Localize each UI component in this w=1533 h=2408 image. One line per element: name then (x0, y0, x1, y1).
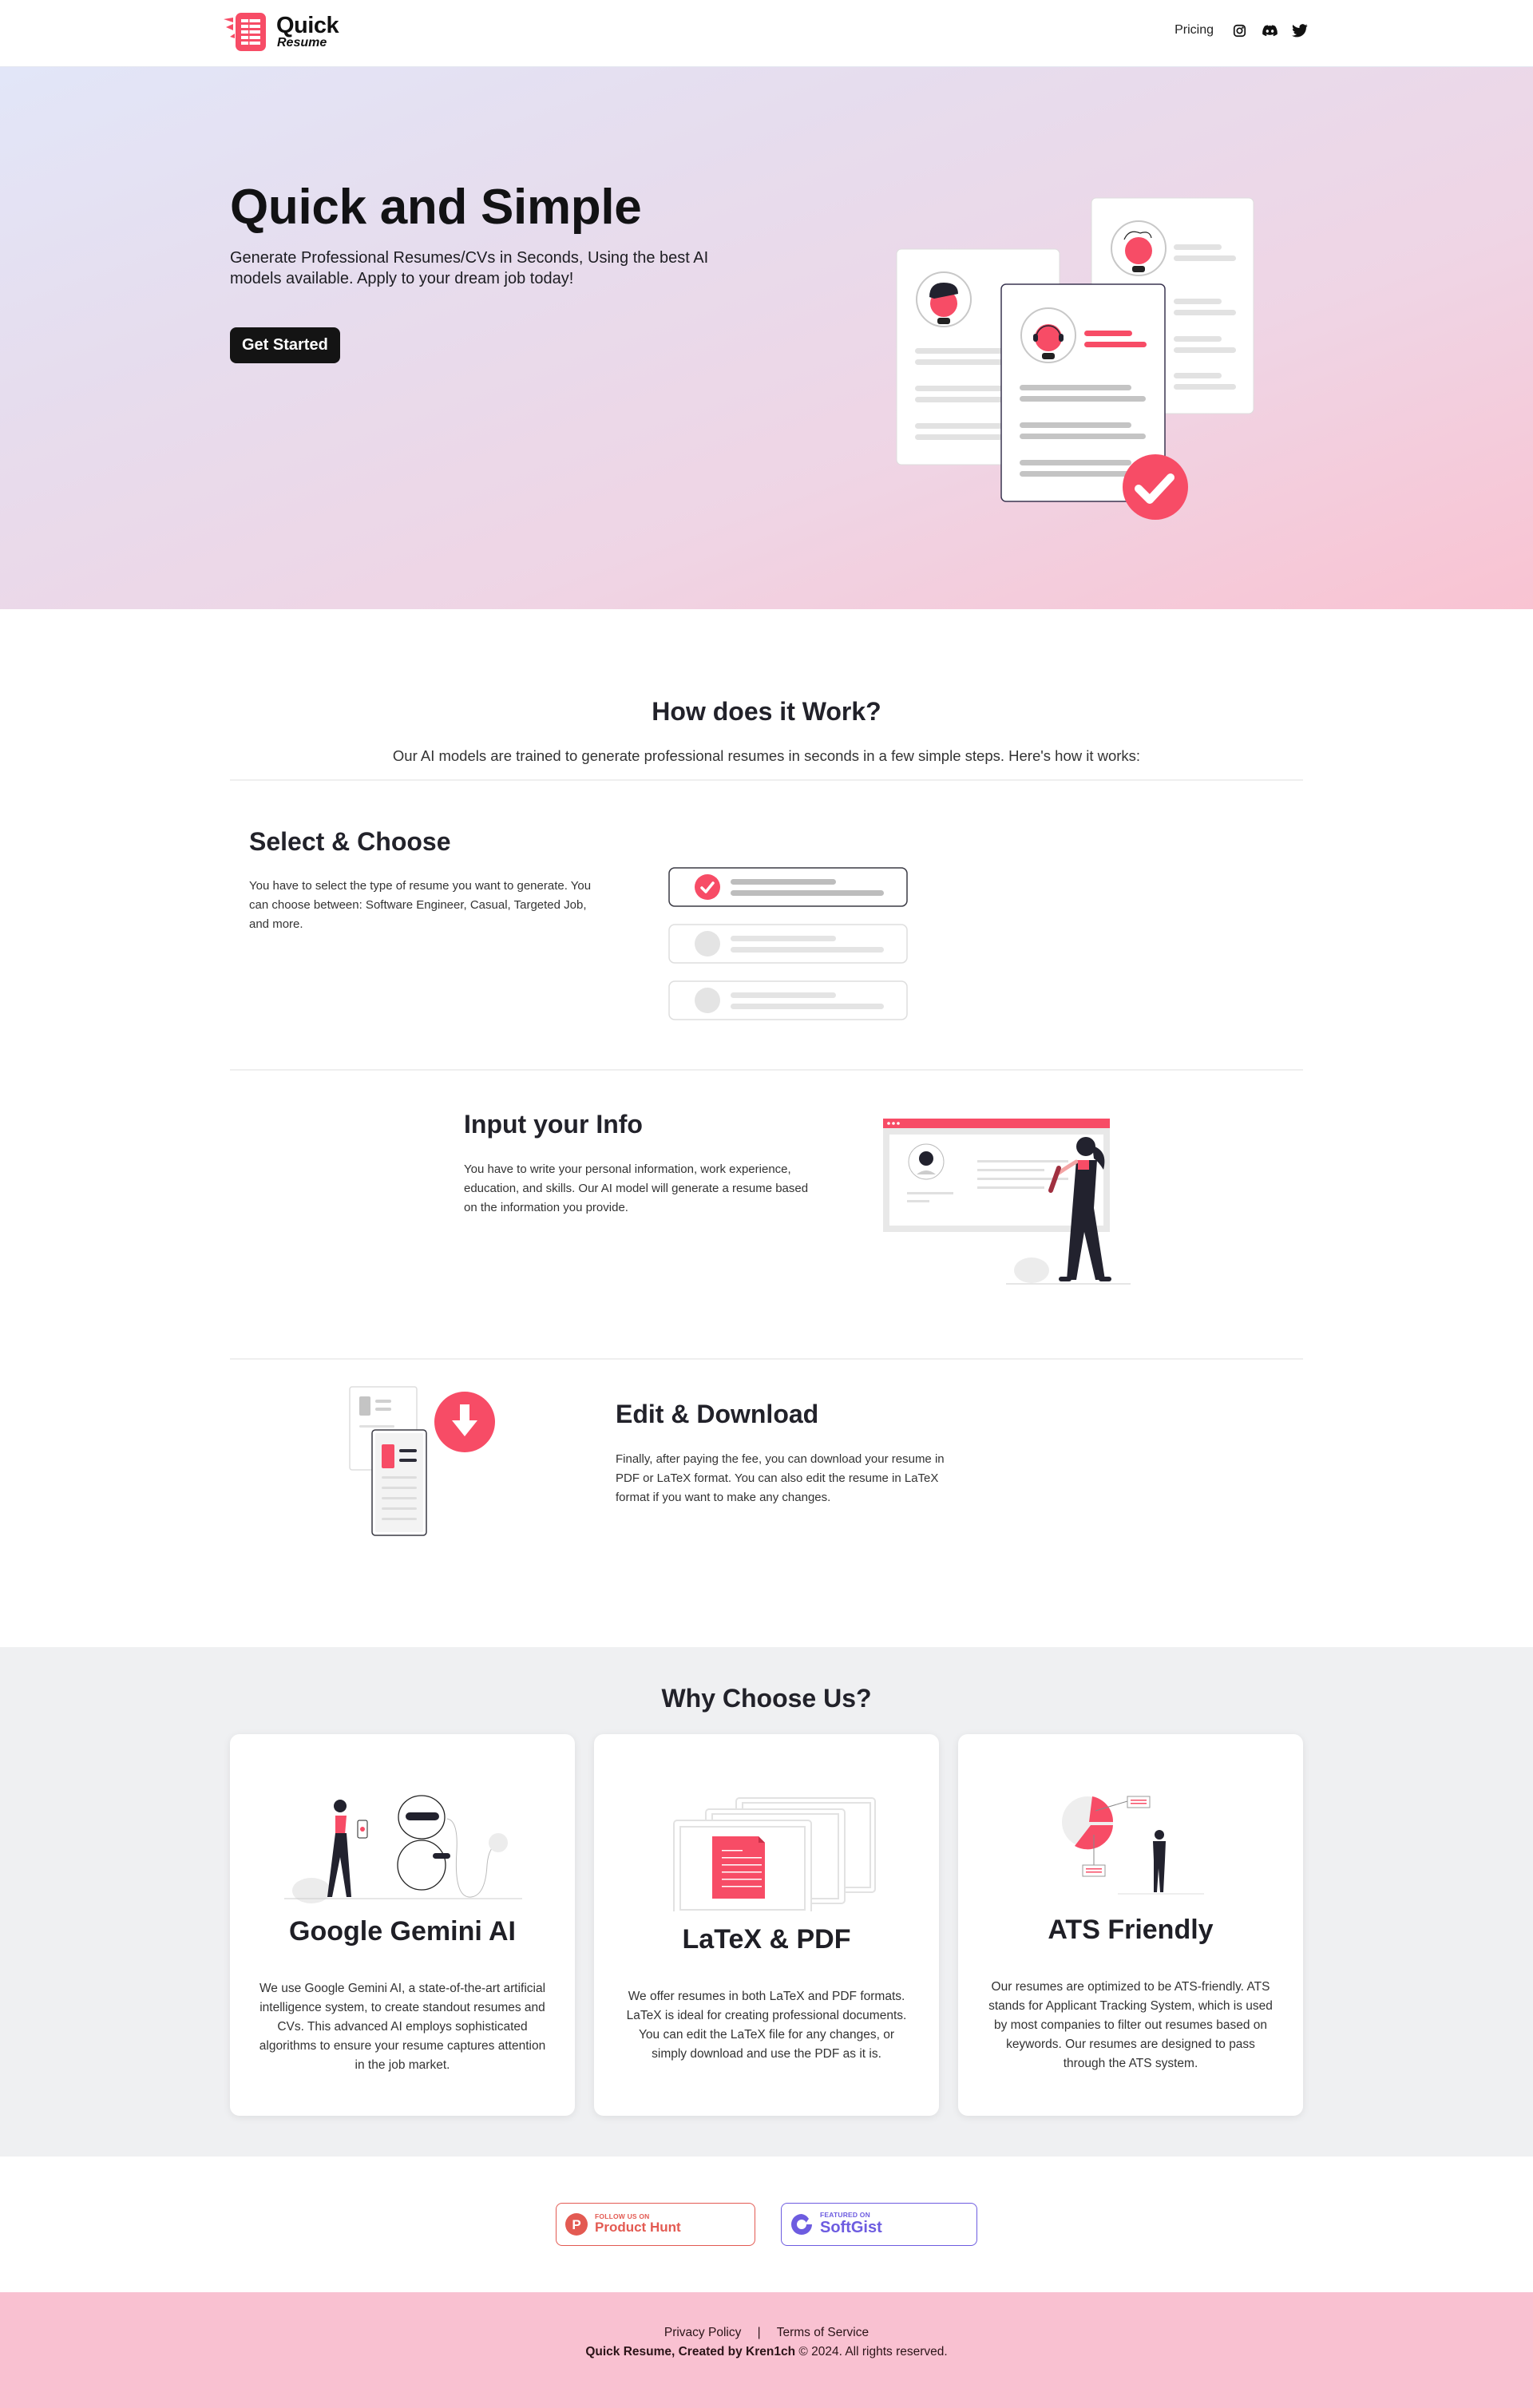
step-1-title: Select & Choose (249, 827, 451, 856)
how-subtitle: Our AI models are trained to generate pr… (392, 747, 1141, 764)
resume-stack-illustration (896, 197, 1254, 520)
input-info-illustration (883, 1119, 1131, 1285)
twitter-icon[interactable] (1292, 22, 1308, 38)
get-started-button[interactable]: Get Started (230, 327, 340, 363)
section-divider (230, 1358, 1303, 1360)
feature-cards: Google Gemini AI We use Google Gemini AI… (0, 1734, 1533, 2116)
why-title: Why Choose Us? (661, 1684, 872, 1713)
hero-section: Quick and Simple Generate Professional R… (0, 67, 1533, 609)
card-text: We use Google Gemini AI, a state-of-the-… (259, 1982, 546, 2072)
logo-icon (222, 11, 270, 53)
softgist-icon (791, 2214, 812, 2235)
badge-big-label: Product Hunt (595, 2220, 681, 2236)
card-title: Google Gemini AI (289, 1916, 516, 1947)
copyright: Quick Resume, Created by Kren1ch © 2024.… (0, 2345, 1533, 2359)
card-title: LaTeX & PDF (682, 1924, 851, 1955)
option-unselected (668, 924, 908, 964)
product-hunt-letter: P (572, 2217, 580, 2232)
card-text: We offer resumes in both LaTeX and PDF f… (626, 1990, 907, 2061)
how-header: How does it Work? Our AI models are trai… (0, 697, 1533, 765)
site-header: Quick Resume Pricing (0, 0, 1533, 67)
how-it-works-section: How does it Work? Our AI models are trai… (0, 609, 1533, 1647)
product-hunt-badge[interactable]: P FOLLOW US ON Product Hunt (556, 2203, 755, 2246)
terms-of-service-link[interactable]: Terms of Service (777, 2326, 869, 2339)
document-icon (712, 1836, 765, 1899)
logo-resume: Resume (277, 36, 327, 50)
hero-subtitle: Generate Professional Resumes/CVs in Sec… (230, 249, 709, 287)
download-arrow-icon (434, 1392, 495, 1452)
select-options-illustration (668, 867, 908, 1020)
card-title: ATS Friendly (1048, 1915, 1214, 1945)
footer-links: Privacy Policy | Terms of Service (0, 2326, 1533, 2340)
badges-section: P FOLLOW US ON Product Hunt FEATURED ON … (0, 2157, 1533, 2292)
section-divider (230, 1069, 1303, 1071)
step-1-text: You have to select the type of resume yo… (249, 879, 592, 931)
feature-card-latex-pdf: LaTeX & PDF We offer resumes in both LaT… (594, 1734, 939, 2116)
instagram-icon[interactable] (1231, 22, 1247, 38)
softgist-badge[interactable]: FEATURED ON SoftGist (781, 2203, 977, 2246)
gemini-illustration (256, 1734, 549, 1907)
hero-title: Quick and Simple (230, 180, 642, 235)
copyright-rest: © 2024. All rights reserved. (795, 2345, 948, 2358)
discord-icon[interactable] (1262, 22, 1278, 38)
step-3-title: Edit & Download (616, 1400, 819, 1428)
badge-big-label: SoftGist (820, 2218, 882, 2236)
site-footer: Privacy Policy | Terms of Service Quick … (0, 2292, 1533, 2408)
badge-small-label: FOLLOW US ON (595, 2212, 650, 2220)
privacy-policy-link[interactable]: Privacy Policy (664, 2326, 741, 2339)
how-title: How does it Work? (652, 697, 881, 726)
download-illustration (349, 1386, 495, 1536)
logo-quick: Quick (276, 13, 339, 38)
step-2-title: Input your Info (464, 1110, 643, 1139)
softgist-text: FEATURED ON SoftGist (820, 2212, 882, 2237)
option-unselected (668, 980, 908, 1020)
option-selected (668, 867, 908, 907)
logo-link[interactable]: Quick Resume (222, 11, 339, 53)
card-text: Our resumes are optimized to be ATS-frie… (988, 1980, 1273, 2070)
feature-card-gemini: Google Gemini AI We use Google Gemini AI… (230, 1734, 575, 2116)
footer-separator: | (757, 2326, 761, 2339)
product-hunt-icon: P (565, 2213, 588, 2236)
check-circle-icon (1123, 454, 1188, 520)
latex-pdf-illustration (620, 1734, 913, 1915)
why-choose-us-section: Why Choose Us? Google Gemini AI We use G… (0, 1647, 1533, 2157)
feature-card-ats: ATS Friendly Our resumes are optimized t… (958, 1734, 1303, 2116)
ats-illustration (984, 1734, 1278, 1907)
badge-small-label: FEATURED ON (820, 2211, 870, 2220)
step-2-text: You have to write your personal informat… (464, 1162, 809, 1214)
section-divider (230, 779, 1303, 781)
nav-pricing-link[interactable]: Pricing (1175, 23, 1214, 38)
copyright-brand: Quick Resume, Created by Kren1ch (585, 2345, 796, 2358)
step-3-text: Finally, after paying the fee, you can d… (616, 1452, 945, 1504)
product-hunt-text: FOLLOW US ON Product Hunt (595, 2213, 681, 2236)
logo-text: Quick Resume (276, 14, 339, 50)
top-nav: Pricing (1175, 22, 1308, 38)
